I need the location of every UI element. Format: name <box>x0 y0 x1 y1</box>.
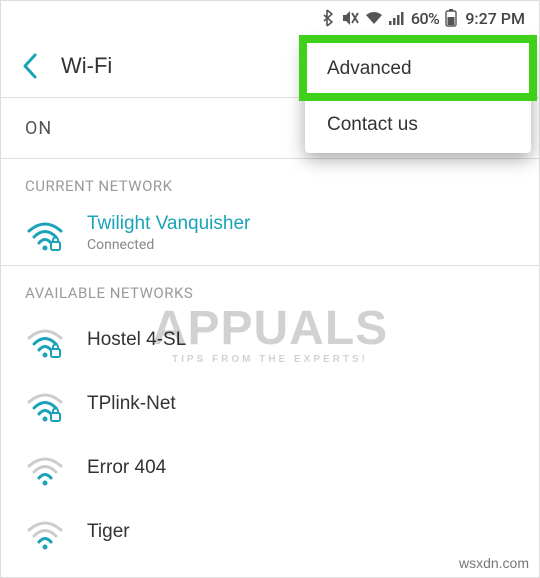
status-bar: 60% 9:27 PM <box>1 1 539 35</box>
overflow-menu: Advanced Contact us <box>305 41 531 153</box>
wifi-icon <box>25 448 65 488</box>
bluetooth-icon <box>321 9 335 27</box>
ssid-label: Hostel 4-SL <box>87 329 186 351</box>
menu-item-contact-us[interactable]: Contact us <box>305 97 531 153</box>
ssid-label: Twilight Vanquisher <box>87 213 250 235</box>
wifi-status-icon <box>365 11 383 25</box>
available-network-row[interactable]: Error 404 <box>1 436 539 500</box>
current-network-row[interactable]: Twilight Vanquisher Connected <box>1 201 539 265</box>
wifi-icon <box>25 384 65 424</box>
wifi-icon <box>25 213 65 253</box>
mute-icon <box>341 9 359 27</box>
signal-icon <box>389 11 405 25</box>
ssid-label: TPlink-Net <box>87 393 176 415</box>
clock: 9:27 PM <box>465 9 525 28</box>
connection-status: Connected <box>87 237 250 253</box>
section-current-header: CURRENT NETWORK <box>1 159 539 201</box>
wifi-icon <box>25 320 65 360</box>
wifi-icon <box>25 512 65 552</box>
ssid-label: Error 404 <box>87 457 166 479</box>
menu-item-advanced[interactable]: Advanced <box>305 41 531 97</box>
battery-icon <box>445 9 457 27</box>
back-button[interactable] <box>21 46 61 86</box>
page-title: Wi-Fi <box>61 53 112 79</box>
wifi-toggle-label: ON <box>25 118 52 139</box>
ssid-label: Tiger <box>87 521 130 543</box>
available-network-row[interactable]: Hostel 4-SL <box>1 308 539 372</box>
battery-percent: 60% <box>411 9 439 28</box>
section-available-header: AVAILABLE NETWORKS <box>1 266 539 308</box>
available-network-row[interactable]: TPlink-Net <box>1 372 539 436</box>
available-network-row[interactable]: Tiger <box>1 500 539 564</box>
